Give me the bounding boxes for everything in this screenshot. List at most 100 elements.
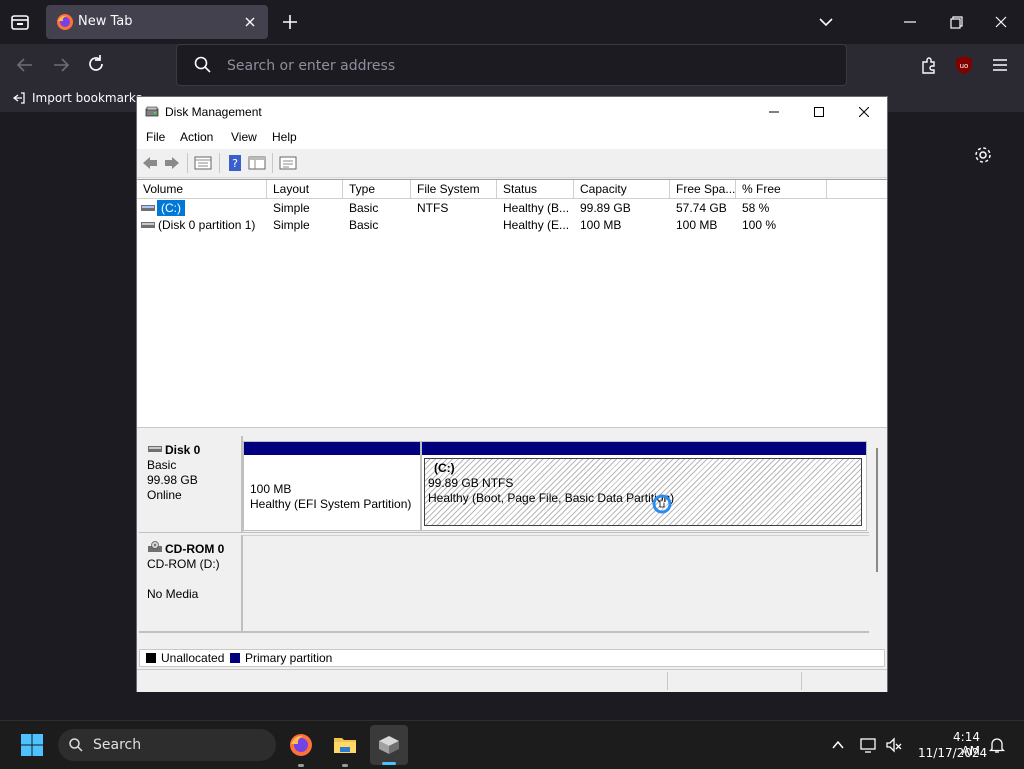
scrollbar-thumb[interactable] xyxy=(876,448,878,572)
dm-maximize-button[interactable] xyxy=(796,97,842,127)
legend-label-primary: Primary partition xyxy=(245,651,333,665)
reload-icon xyxy=(89,55,103,71)
taskbar-file-explorer-button[interactable] xyxy=(332,732,358,767)
cell-percent-free: 58 % xyxy=(742,201,770,215)
tab-new-tab[interactable]: New Tab xyxy=(46,5,268,39)
tab-list-icon xyxy=(11,15,29,30)
maximize-icon xyxy=(814,107,824,117)
menu-help[interactable]: Help xyxy=(272,130,297,144)
running-indicator xyxy=(298,764,304,767)
vertical-scrollbar[interactable] xyxy=(871,436,885,632)
forward-button[interactable] xyxy=(50,54,72,76)
svg-text:?: ? xyxy=(232,157,238,170)
network-status-button[interactable] xyxy=(860,736,878,754)
pane-splitter[interactable] xyxy=(137,427,887,434)
console-tree-icon xyxy=(248,156,266,170)
new-tab-button[interactable] xyxy=(280,12,300,32)
url-input[interactable] xyxy=(227,56,787,76)
column-header-filler xyxy=(827,180,887,199)
dm-close-button[interactable] xyxy=(841,97,887,127)
status-divider xyxy=(667,672,668,690)
cell-layout: Simple xyxy=(273,201,310,215)
cell-status: Healthy (E... xyxy=(503,218,570,232)
toolbar-back-button[interactable] xyxy=(141,154,159,172)
page-settings-button[interactable] xyxy=(972,144,994,166)
extensions-button[interactable] xyxy=(918,54,940,76)
toolbar-forward-button[interactable] xyxy=(163,154,181,172)
column-header-free-space[interactable]: Free Spa... xyxy=(670,180,736,199)
disk-0-label-panel[interactable]: Disk 0 Basic 99.98 GB Online xyxy=(139,436,243,533)
table-row[interactable]: (C:) Simple Basic NTFS Healthy (B... 99.… xyxy=(137,200,887,217)
partition-size: 100 MB xyxy=(250,482,292,496)
dm-minimize-button[interactable] xyxy=(751,97,797,127)
help-icon: ? xyxy=(229,155,241,171)
menu-view[interactable]: View xyxy=(231,130,257,144)
back-button[interactable] xyxy=(14,54,36,76)
toolbar-separator xyxy=(219,153,220,173)
partition-c[interactable]: (C:) 99.89 GB NTFS Healthy (Boot, Page F… xyxy=(421,441,867,531)
cell-volume: (Disk 0 partition 1) xyxy=(158,218,256,232)
disk-management-icon xyxy=(145,106,159,117)
toolbar-separator xyxy=(272,153,273,173)
folder-icon xyxy=(334,738,356,753)
menu-action[interactable]: Action xyxy=(180,130,213,144)
address-bar[interactable] xyxy=(176,44,847,86)
menu-file[interactable]: File xyxy=(146,130,165,144)
taskbar-disk-management-button[interactable] xyxy=(370,725,408,765)
cell-file-system: NTFS xyxy=(417,201,449,215)
app-menu-button[interactable] xyxy=(989,54,1011,76)
taskbar-search-box[interactable]: Search xyxy=(58,729,276,761)
active-indicator xyxy=(382,762,396,765)
column-header-percent-free[interactable]: % Free xyxy=(736,180,827,199)
disk-icon xyxy=(148,446,162,452)
cell-capacity: 99.89 GB xyxy=(580,201,631,215)
table-row[interactable]: (Disk 0 partition 1) Simple Basic Health… xyxy=(137,217,887,234)
tab-overview-button[interactable] xyxy=(8,10,32,34)
partition-efi[interactable]: 100 MB Healthy (EFI System Partition) xyxy=(243,441,421,531)
cd-drive-icon xyxy=(148,541,162,552)
maximize-button[interactable] xyxy=(946,12,966,32)
column-header-file-system[interactable]: File System xyxy=(411,180,497,199)
hamburger-menu-icon xyxy=(993,59,1007,71)
notifications-button[interactable] xyxy=(988,736,1006,754)
status-bar xyxy=(137,669,887,692)
toolbar-show-hide-button[interactable] xyxy=(248,154,266,172)
cdrom-0-label-panel[interactable]: CD-ROM 0 CD-ROM (D:) No Media xyxy=(139,535,243,631)
tab-title: New Tab xyxy=(78,14,133,29)
list-view-icon xyxy=(194,156,212,170)
chevron-up-icon xyxy=(832,740,844,749)
taskbar-firefox-button[interactable] xyxy=(288,732,314,767)
ublock-icon: uo xyxy=(956,56,972,74)
toolbar-help-button[interactable]: ? xyxy=(226,154,244,172)
close-icon xyxy=(245,17,255,27)
reload-button[interactable] xyxy=(85,53,107,75)
show-hidden-icons-button[interactable] xyxy=(830,737,846,753)
partition-label: (C:) xyxy=(434,461,455,475)
restore-icon xyxy=(950,16,963,29)
busy-cursor-icon xyxy=(652,494,672,514)
column-header-layout[interactable]: Layout xyxy=(267,180,343,199)
arrow-right-icon xyxy=(54,58,70,72)
legend-label-unallocated: Unallocated xyxy=(161,651,225,665)
column-header-volume[interactable]: Volume xyxy=(137,180,267,199)
menu-bar: File Action View Help xyxy=(137,127,887,149)
cell-free-space: 57.74 GB xyxy=(676,201,727,215)
volume-icon xyxy=(141,222,155,228)
speaker-muted-icon xyxy=(886,737,902,753)
volume-status-button[interactable] xyxy=(885,736,903,754)
column-header-capacity[interactable]: Capacity xyxy=(574,180,670,199)
column-header-type[interactable]: Type xyxy=(343,180,411,199)
close-window-button[interactable] xyxy=(991,12,1011,32)
column-header-status[interactable]: Status xyxy=(497,180,574,199)
cdrom-0-area xyxy=(243,535,869,632)
list-all-tabs-button[interactable] xyxy=(816,12,836,32)
toolbar-settings-button[interactable] xyxy=(279,154,297,172)
cell-percent-free: 100 % xyxy=(742,218,777,232)
start-button[interactable] xyxy=(20,733,44,757)
import-bookmarks-item[interactable]: Import bookmarks... xyxy=(12,86,154,112)
clock[interactable]: 4:14 AM 11/17/2024 xyxy=(910,721,987,769)
toolbar-properties-button[interactable] xyxy=(194,154,212,172)
close-tab-button[interactable] xyxy=(242,14,258,30)
ublock-button[interactable]: uo xyxy=(953,54,975,76)
minimize-button[interactable] xyxy=(900,12,920,32)
